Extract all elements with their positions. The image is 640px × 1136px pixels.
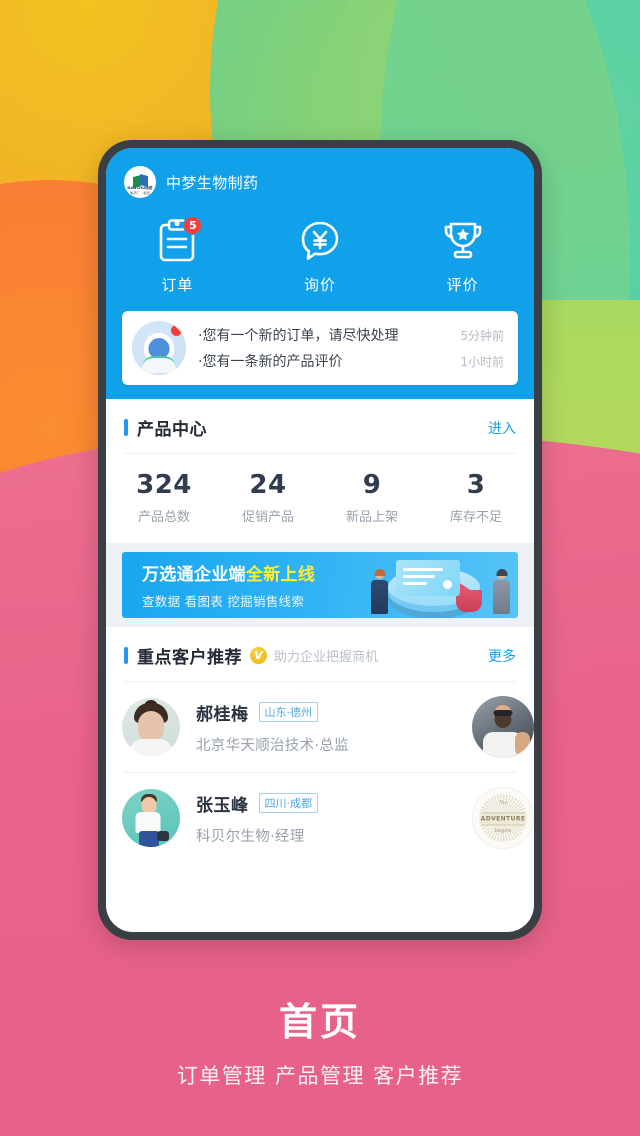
app-header: NANCHU南楚 制药厂 · 集团 中梦生物制药 5 订单 询价 评价 [106, 148, 534, 311]
section-accent-bar [124, 647, 128, 664]
promo-banner-illustration [343, 552, 518, 618]
notice-text: ·您有一条新的产品评价 [198, 354, 343, 370]
quick-nav-orders-label: 订单 [161, 276, 194, 294]
stat-new-products[interactable]: 9 新品上架 [320, 470, 424, 525]
customer-section-subtitle: 助力企业把握商机 [274, 650, 379, 665]
promo-banner-line2: 查数据 看图表 挖掘销售线索 [142, 594, 305, 609]
notice-unread-dot [171, 325, 182, 336]
phone-screen: NANCHU南楚 制药厂 · 集团 中梦生物制药 5 订单 询价 评价 ·您有一… [106, 148, 534, 932]
person-figure-right [493, 569, 510, 614]
quick-nav-inquiry[interactable]: 询价 [249, 218, 392, 295]
stat-label: 库存不足 [449, 510, 502, 525]
notice-item[interactable]: ·您有一个新的订单，请尽快处理 5分钟前 [198, 322, 504, 348]
customer-info: 张玉峰 四川·成都 科贝尔生物·经理 [196, 791, 472, 846]
customer-section-header: 重点客户推荐 V 助力企业把握商机 更多 [106, 627, 534, 681]
promo-banner[interactable]: 万选通企业端全新上线 查数据 看图表 挖掘销售线索 [122, 552, 518, 618]
customer-info: 郝桂梅 山东·德州 北京华天顺治技术·总监 [196, 700, 472, 755]
section-accent-bar [124, 419, 128, 436]
notice-time: 1小时前 [460, 354, 504, 369]
logo-text-primary: NANCHU南楚 [127, 186, 153, 190]
page-caption: 首页 订单管理 产品管理 客户推荐 [0, 991, 640, 1090]
stat-label: 促销产品 [241, 510, 294, 525]
verified-badge-icon: V [250, 647, 267, 664]
logo-text-secondary: 制药厂 · 集团 [130, 191, 150, 195]
company-name: 中梦生物制药 [166, 173, 259, 192]
notice-item[interactable]: ·您有一条新的产品评价 1小时前 [198, 348, 504, 374]
person-head-shape [374, 569, 385, 579]
customer-section-more-link[interactable]: 更多 [488, 646, 516, 666]
notice-list: ·您有一个新的订单，请尽快处理 5分钟前 ·您有一条新的产品评价 1小时前 [198, 322, 504, 374]
promo-banner-line1-b: 全新上线 [245, 565, 316, 585]
notice-section: ·您有一个新的订单，请尽快处理 5分钟前 ·您有一条新的产品评价 1小时前 [106, 311, 534, 399]
quick-nav-inquiry-label: 询价 [304, 276, 337, 294]
phone-frame: NANCHU南楚 制药厂 · 集团 中梦生物制药 5 订单 询价 评价 ·您有一… [98, 140, 542, 940]
quick-nav-orders[interactable]: 5 订单 [106, 216, 249, 295]
stat-value: 9 [362, 470, 382, 500]
stat-low-stock[interactable]: 3 库存不足 [424, 470, 528, 525]
notice-card[interactable]: ·您有一个新的订单，请尽快处理 5分钟前 ·您有一条新的产品评价 1小时前 [122, 311, 518, 385]
customer-row[interactable]: 郝桂梅 山东·德州 北京华天顺治技术·总监 [106, 682, 534, 772]
stat-label: 新品上架 [345, 510, 398, 525]
customer-row[interactable]: 张玉峰 四川·成都 科贝尔生物·经理 The ADVENTURE begins [106, 773, 534, 863]
person-head-shape [496, 569, 507, 579]
customer-avatar [122, 698, 180, 756]
caption-subtitle: 订单管理 产品管理 客户推荐 [176, 1064, 464, 1088]
caption-title: 首页 [278, 1000, 361, 1044]
customer-name-row: 张玉峰 四川·成都 [196, 791, 472, 816]
product-center-title: 产品中心 [137, 420, 207, 440]
thumbnail-caption-top: The [498, 801, 508, 807]
product-center-section: 产品中心 进入 324 产品总数 24 促销产品 9 新品上架 3 库存不足 [106, 399, 534, 543]
price-inquiry-icon [297, 218, 343, 264]
promo-banner-text: 万选通企业端全新上线 查数据 看图表 挖掘销售线索 [122, 560, 315, 610]
quick-nav-review-label: 评价 [446, 276, 479, 294]
clipboard-icon: 5 [154, 216, 203, 264]
stat-value: 324 [136, 470, 192, 500]
company-logo-icon: NANCHU南楚 制药厂 · 集团 [124, 166, 156, 198]
product-center-header: 产品中心 进入 [106, 399, 534, 453]
customer-photo-thumbnail[interactable]: The ADVENTURE begins [472, 787, 534, 849]
avatar-body-shape [142, 356, 176, 373]
customer-section-title: 重点客户推荐 [137, 648, 242, 668]
screenshot-stage: NANCHU南楚 制药厂 · 集团 中梦生物制药 5 订单 询价 评价 ·您有一… [0, 0, 640, 1136]
stat-value: 3 [466, 470, 486, 500]
customer-description: 科贝尔生物·经理 [196, 828, 305, 845]
customer-avatar [122, 789, 180, 847]
customer-region-tag: 山东·德州 [258, 702, 318, 722]
customer-photo-thumbnail[interactable] [472, 696, 534, 758]
promo-banner-wrap: 万选通企业端全新上线 查数据 看图表 挖掘销售线索 [106, 543, 534, 627]
customer-name: 郝桂梅 [196, 704, 249, 725]
stat-value: 24 [249, 470, 287, 500]
customer-description: 北京华天顺治技术·总监 [196, 737, 349, 754]
brand-row: NANCHU南楚 制药厂 · 集团 中梦生物制药 [106, 162, 534, 202]
product-stats: 324 产品总数 24 促销产品 9 新品上架 3 库存不足 [106, 454, 534, 543]
avatar-visor-shape [148, 338, 170, 358]
astronaut-avatar-icon [132, 321, 186, 375]
orders-badge-count: 5 [183, 216, 203, 235]
stat-promo-products[interactable]: 24 促销产品 [216, 470, 320, 525]
quick-nav: 5 订单 询价 评价 [106, 202, 534, 311]
customer-recommend-section: 重点客户推荐 V 助力企业把握商机 更多 郝桂梅 山东·德州 北京华天顺治技术·… [106, 627, 534, 863]
person-figure-left [371, 569, 388, 614]
stat-label: 产品总数 [137, 510, 190, 525]
customer-region-tag: 四川·成都 [258, 793, 318, 813]
customer-name: 张玉峰 [196, 795, 249, 816]
person-body-shape [371, 580, 388, 614]
person-body-shape [493, 580, 510, 614]
customer-name-row: 郝桂梅 山东·德州 [196, 700, 472, 725]
thumbnail-caption-bottom: begins [494, 827, 512, 834]
promo-banner-line1: 万选通企业端全新上线 [142, 560, 315, 585]
notice-time: 5分钟前 [460, 328, 504, 343]
product-center-enter-link[interactable]: 进入 [488, 418, 516, 438]
stat-total-products[interactable]: 324 产品总数 [112, 470, 216, 525]
promo-banner-line1-a: 万选通企业端 [142, 565, 246, 585]
report-card-shape [396, 560, 460, 596]
notice-text: ·您有一个新的订单，请尽快处理 [198, 328, 399, 344]
trophy-icon [440, 218, 486, 264]
thumbnail-ribbon-text: ADVENTURE [481, 812, 525, 826]
quick-nav-review[interactable]: 评价 [391, 218, 534, 295]
